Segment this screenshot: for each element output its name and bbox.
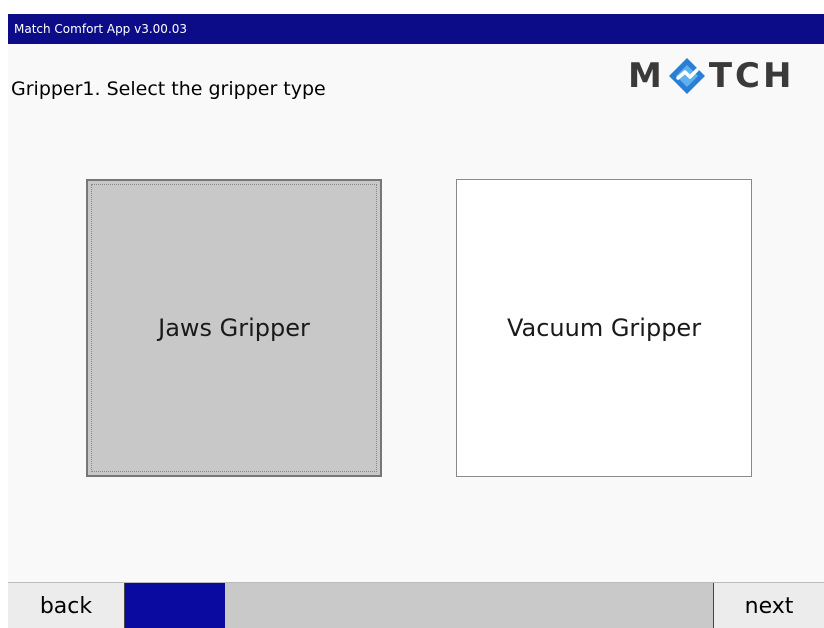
top-margin bbox=[0, 0, 824, 14]
next-button[interactable]: next bbox=[714, 583, 824, 628]
vacuum-gripper-label: Vacuum Gripper bbox=[506, 314, 702, 342]
progress-bar-fill bbox=[125, 583, 225, 628]
logo-text-right: TCH bbox=[708, 56, 795, 96]
page-instruction: Gripper1. Select the gripper type bbox=[11, 78, 326, 100]
logo-text-left: M bbox=[628, 56, 665, 96]
jaws-gripper-label: Jaws Gripper bbox=[158, 314, 310, 342]
back-label: back bbox=[39, 593, 93, 619]
app-title: Match Comfort App v3.00.03 bbox=[14, 22, 188, 36]
bottom-navigation-bar: back next bbox=[8, 582, 824, 628]
match-logo: M TCH bbox=[628, 52, 794, 100]
title-bar: Match Comfort App v3.00.03 bbox=[8, 14, 824, 44]
back-button[interactable]: back bbox=[8, 583, 124, 628]
progress-bar bbox=[124, 583, 714, 628]
vacuum-gripper-button[interactable]: Vacuum Gripper bbox=[456, 179, 752, 477]
app-window: Match Comfort App v3.00.03 Gripper1. Sel… bbox=[8, 14, 824, 628]
match-diamond-icon bbox=[668, 58, 705, 94]
next-label: next bbox=[744, 593, 794, 619]
jaws-gripper-button[interactable]: Jaws Gripper bbox=[86, 179, 382, 477]
